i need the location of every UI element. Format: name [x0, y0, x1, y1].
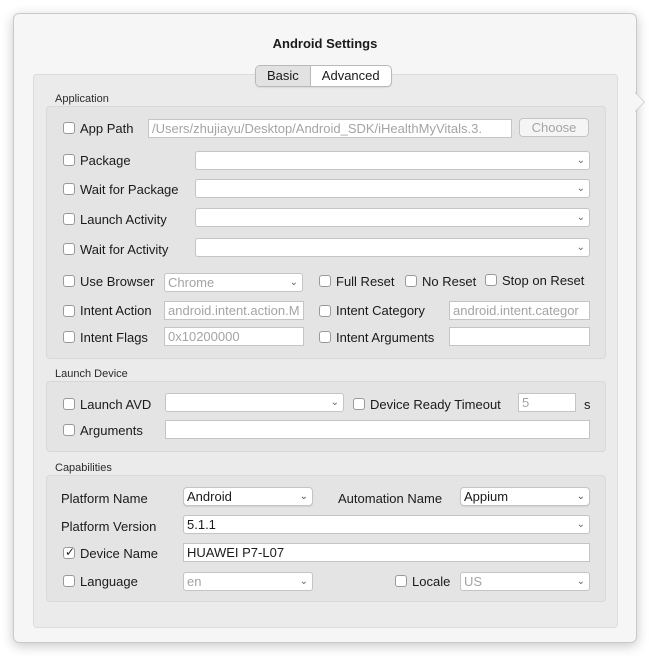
intent-action-label: Intent Action [80, 303, 152, 318]
popover-arrow [634, 92, 644, 112]
use-browser-label: Use Browser [80, 274, 155, 289]
chevron-down-icon[interactable]: ⌄ [577, 209, 585, 226]
full-reset-label: Full Reset [336, 274, 395, 289]
chevron-down-icon[interactable]: ⌄ [290, 274, 298, 291]
device-ready-timeout-field[interactable]: 5 [518, 393, 576, 412]
launch-avd-combo[interactable]: ⌄ [165, 393, 344, 412]
stop-on-reset-checkbox[interactable] [485, 274, 497, 286]
locale-label: Locale [412, 574, 451, 589]
intent-action-checkbox[interactable] [63, 305, 75, 317]
tab-advanced[interactable]: Advanced [311, 66, 391, 86]
language-label: Language [80, 574, 138, 589]
automation-name-popup[interactable]: Appium ⌄ [460, 487, 590, 506]
chevron-down-icon[interactable]: ⌄ [577, 516, 585, 533]
launch-activity-combo[interactable]: ⌄ [195, 208, 590, 227]
language-checkbox[interactable] [63, 575, 75, 587]
platform-version-value: 5.1.1 [187, 517, 216, 532]
launch-device-section-label: Launch Device [55, 368, 128, 380]
timeout-unit-label: s [584, 397, 591, 412]
intent-flags-placeholder: 0x10200000 [168, 329, 240, 344]
wait-for-package-combo[interactable]: ⌄ [195, 179, 590, 198]
app-path-checkbox[interactable] [63, 122, 75, 134]
chevron-down-icon[interactable]: ⌄ [577, 180, 585, 197]
launch-avd-checkbox[interactable] [63, 398, 75, 410]
intent-arguments-checkbox[interactable] [319, 331, 331, 343]
full-reset-checkbox[interactable] [319, 275, 331, 287]
platform-name-value: Android [187, 489, 232, 504]
arguments-label: Arguments [80, 423, 143, 438]
chevron-down-icon[interactable]: ⌄ [577, 152, 585, 169]
browser-combo-value: Chrome [168, 275, 215, 290]
package-checkbox[interactable] [63, 154, 75, 166]
intent-flags-field[interactable]: 0x10200000 [164, 327, 304, 346]
device-name-label: Device Name [80, 546, 159, 561]
automation-name-label: Automation Name [338, 491, 443, 506]
intent-arguments-label: Intent Arguments [336, 330, 435, 345]
package-combo[interactable]: ⌄ [195, 151, 590, 170]
wait-for-package-label: Wait for Package [80, 182, 179, 197]
intent-category-placeholder: android.intent.categor [453, 303, 579, 318]
language-combo[interactable]: en ⌄ [183, 572, 313, 591]
stop-on-reset-label: Stop on Reset [502, 273, 585, 288]
chevron-down-icon[interactable]: ⌄ [331, 394, 339, 411]
app-path-field[interactable]: /Users/zhujiayu/Desktop/Android_SDK/iHea… [148, 119, 512, 138]
chevron-down-icon[interactable]: ⌄ [577, 488, 585, 505]
launch-device-group [46, 381, 606, 452]
wait-for-package-checkbox[interactable] [63, 183, 75, 195]
locale-value: US [464, 574, 483, 589]
application-group [46, 106, 606, 359]
wait-for-activity-combo[interactable]: ⌄ [195, 238, 590, 257]
app-path-label: App Path [80, 121, 134, 136]
launch-activity-checkbox[interactable] [63, 213, 75, 225]
package-label: Package [80, 153, 131, 168]
intent-category-checkbox[interactable] [319, 305, 331, 317]
platform-name-label: Platform Name [61, 491, 148, 506]
tab-basic[interactable]: Basic [256, 66, 311, 86]
wait-for-activity-label: Wait for Activity [80, 242, 169, 257]
chevron-down-icon[interactable]: ⌄ [577, 239, 585, 256]
device-name-checkbox[interactable]: ✓ [63, 545, 76, 559]
launch-activity-label: Launch Activity [80, 212, 167, 227]
capabilities-section-label: Capabilities [55, 462, 112, 474]
device-ready-timeout-checkbox[interactable] [353, 398, 365, 410]
platform-version-label: Platform Version [61, 519, 157, 534]
chevron-down-icon[interactable]: ⌄ [577, 573, 585, 590]
intent-action-field[interactable]: android.intent.action.M [164, 301, 304, 320]
automation-name-value: Appium [464, 489, 509, 504]
tab-switcher: Basic Advanced [255, 65, 392, 87]
device-ready-timeout-label: Device Ready Timeout [370, 397, 501, 412]
intent-flags-label: Intent Flags [80, 330, 148, 345]
browser-combo[interactable]: Chrome ⌄ [164, 273, 303, 292]
platform-version-combo[interactable]: 5.1.1 ⌄ [183, 515, 590, 534]
locale-checkbox[interactable] [395, 575, 407, 587]
settings-popover: Android Settings Basic Advanced Applicat… [13, 13, 637, 643]
choose-button[interactable]: Choose [519, 118, 589, 137]
use-browser-checkbox[interactable] [63, 275, 75, 287]
intent-arguments-field[interactable] [449, 327, 590, 346]
language-value: en [187, 574, 202, 589]
checkmark-icon: ✓ [65, 545, 76, 559]
no-reset-checkbox[interactable] [405, 275, 417, 287]
arguments-field[interactable] [165, 420, 590, 439]
platform-name-popup[interactable]: Android ⌄ [183, 487, 313, 506]
chevron-down-icon[interactable]: ⌄ [300, 573, 308, 590]
device-name-field[interactable]: HUAWEI P7-L07 [183, 543, 590, 562]
no-reset-label: No Reset [422, 274, 477, 289]
intent-action-placeholder: android.intent.action.M [168, 303, 300, 318]
application-section-label: Application [55, 93, 109, 105]
launch-avd-label: Launch AVD [80, 397, 152, 412]
intent-flags-checkbox[interactable] [63, 331, 75, 343]
locale-combo[interactable]: US ⌄ [460, 572, 590, 591]
chevron-down-icon[interactable]: ⌄ [300, 488, 308, 505]
dialog-title: Android Settings [272, 36, 378, 51]
arguments-checkbox[interactable] [63, 424, 75, 436]
wait-for-activity-checkbox[interactable] [63, 243, 75, 255]
intent-category-label: Intent Category [336, 303, 425, 318]
intent-category-field[interactable]: android.intent.categor [449, 301, 590, 320]
